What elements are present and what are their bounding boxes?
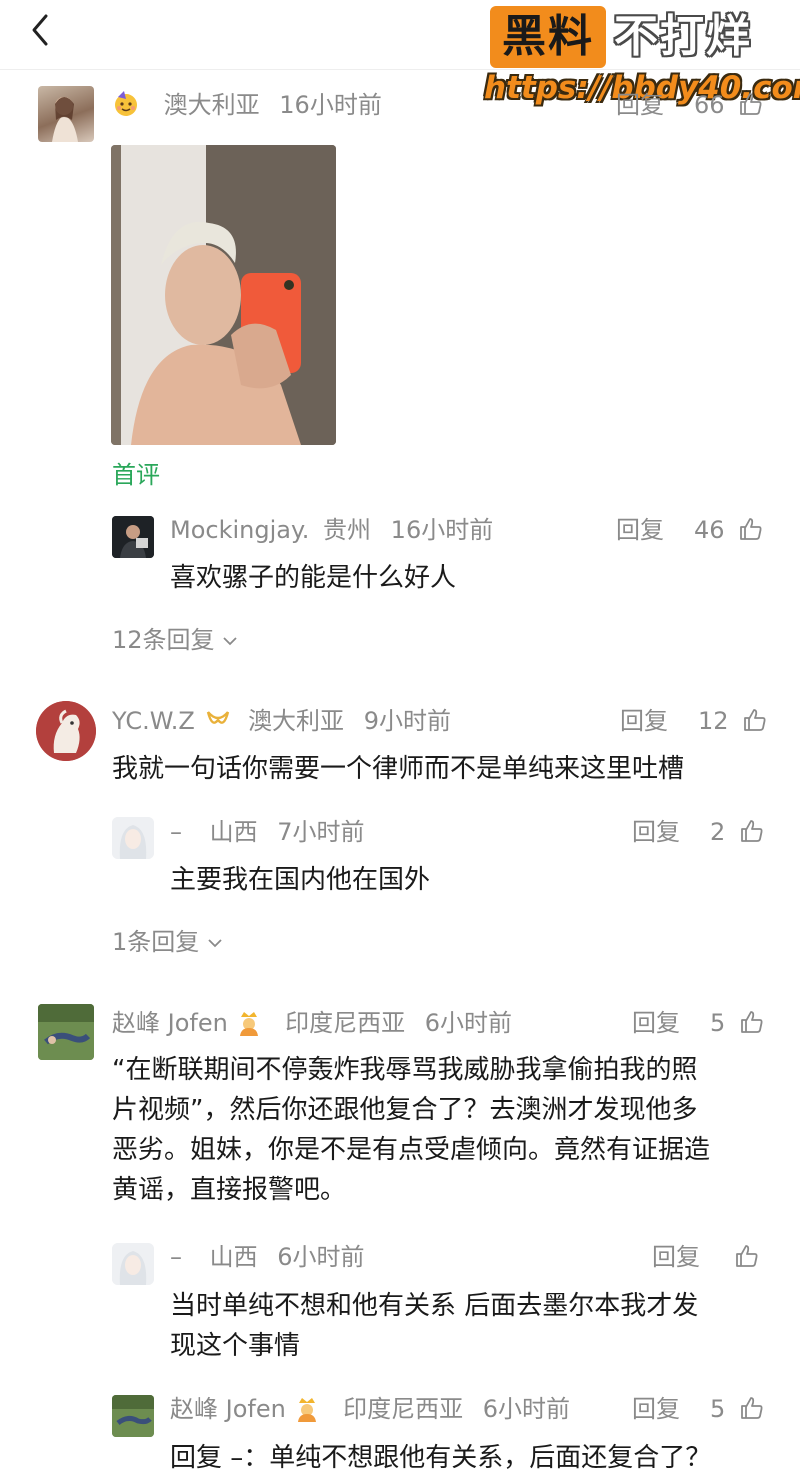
comment-time: 6小时前 (482, 1395, 571, 1423)
reply-button[interactable]: 回复 (616, 90, 664, 120)
like-button[interactable]: 2 (710, 817, 765, 847)
avatar[interactable] (112, 817, 154, 859)
chevron-left-icon[interactable] (26, 12, 56, 48)
thumbs-up-icon (741, 1397, 763, 1419)
comment-text: “在断联期间不停轰炸我辱骂我威胁我拿偷拍我的照 片视频”，然后你还跟他复合了？去… (112, 1050, 772, 1210)
comment-username[interactable]: 赵峰 Jofen (170, 1395, 286, 1423)
thumbs-up-icon (741, 820, 763, 842)
reply-button[interactable]: 回复 (616, 515, 664, 545)
like-count: 5 (710, 1395, 726, 1423)
chevron-down-icon (223, 637, 237, 646)
comment-image[interactable] (111, 145, 336, 445)
expand-replies-label: 12条回复 (112, 626, 215, 654)
comment-location: 印度尼西亚 (285, 1009, 406, 1037)
comment-time: 16小时前 (390, 516, 494, 544)
comment-location: 山西 (209, 1243, 258, 1271)
comment-time: 9小时前 (363, 707, 451, 735)
avatar[interactable] (38, 86, 94, 142)
comment-time: 16小时前 (279, 91, 382, 119)
avatar-image (52, 97, 78, 142)
thumbs-up-icon (740, 518, 762, 540)
like-count: 12 (698, 707, 729, 735)
comment-time: 6小时前 (277, 1243, 365, 1271)
like-button[interactable]: 5 (710, 1394, 765, 1424)
comment-meta: 赵峰 Jofen 印度尼西亚 6小时前 (112, 1008, 512, 1038)
chevron-down-icon (208, 939, 222, 948)
comment-username[interactable]: – (170, 1243, 182, 1271)
avatar-image (38, 1004, 94, 1060)
reply-button[interactable]: 回复 (632, 1008, 680, 1038)
thumbs-up-icon (741, 1011, 763, 1033)
comment-meta: – 山西 7小时前 (170, 817, 365, 847)
comment-username[interactable]: Mockingjay. (170, 516, 309, 544)
expand-replies[interactable]: 1条回复 (112, 922, 223, 957)
comment-text: 回复 –：单纯不想跟他有关系，后面还复合了？ (170, 1443, 712, 1473)
like-button[interactable] (728, 1242, 760, 1272)
avatar-image (112, 516, 154, 558)
like-count: 66 (694, 91, 725, 119)
avatar[interactable] (112, 1395, 154, 1437)
like-button[interactable]: 5 (710, 1008, 765, 1038)
watermark-slogan: 不打烊 (614, 11, 752, 62)
thumbs-up-icon (744, 709, 766, 731)
comment-text-line: 现这个事情 (170, 1331, 301, 1361)
like-count: 5 (710, 1009, 726, 1037)
comment-meta: 澳大利亚 16小时前 (112, 90, 382, 120)
reply-button[interactable]: 回复 (632, 817, 680, 847)
comment-location: 澳大利亚 (163, 91, 260, 119)
comment-time: 7小时前 (277, 818, 365, 846)
comment-location: 澳大利亚 (248, 707, 345, 735)
avatar[interactable] (112, 516, 154, 558)
comment-text: 我就一句话你需要一个律师而不是单纯来这里吐槽 (112, 754, 685, 784)
comment-text: 当时单纯不想和他有关系 后面去墨尔本我才发 现这个事情 (170, 1286, 770, 1366)
like-button[interactable]: 46 (694, 515, 764, 545)
comment-text-line: 片视频”，然后你还跟他复合了？去澳洲才发现他多 (112, 1095, 698, 1125)
comment-meta: YC.W.Z 澳大利亚 9小时前 (112, 706, 451, 736)
like-button[interactable]: 12 (698, 706, 768, 736)
like-count: 2 (710, 818, 726, 846)
thumbs-up-icon (740, 93, 762, 115)
comment-meta: 赵峰 Jofen 印度尼西亚 6小时前 (170, 1394, 570, 1424)
comment-location: 印度尼西亚 (343, 1395, 464, 1423)
party-face-icon (115, 91, 137, 116)
like-button[interactable]: 66 (694, 90, 764, 120)
comment-text: 主要我在国内他在国外 (170, 865, 431, 895)
avatar-image (36, 701, 96, 761)
comment-location: 贵州 (323, 516, 372, 544)
reply-button[interactable]: 回复 (652, 1242, 700, 1272)
comment-username[interactable]: YC.W.Z (112, 707, 195, 735)
crown-person-icon (298, 1398, 317, 1422)
comment-text-line: 当时单纯不想和他有关系 后面去墨尔本我才发 (170, 1291, 699, 1321)
avatar[interactable] (112, 1243, 154, 1285)
comment-meta: Mockingjay. 贵州 16小时前 (170, 515, 493, 545)
crown-person-icon (240, 1012, 259, 1036)
thumbs-up-icon (736, 1245, 758, 1267)
like-count: 46 (694, 516, 725, 544)
comment-text-line: 恶劣。姐妹，你是不是有点受虐倾向。竟然有证据造 (112, 1135, 711, 1165)
comment-time: 6小时前 (424, 1009, 513, 1037)
comment-location: 山西 (209, 818, 258, 846)
comment-meta: – 山西 6小时前 (170, 1242, 365, 1272)
comment-username[interactable]: – (170, 818, 182, 846)
first-comment-tag: 首评 (112, 461, 160, 489)
avatar[interactable] (36, 701, 96, 761)
watermark-brand: 黑料 (490, 6, 606, 68)
reply-button[interactable]: 回复 (620, 706, 668, 736)
avatar-image (112, 1395, 154, 1437)
avatar-image (112, 817, 154, 859)
comment-text: 喜欢骡子的能是什么好人 (170, 563, 457, 593)
expand-replies[interactable]: 12条回复 (112, 620, 238, 655)
comment-text-line: 黄谣，直接报警吧。 (112, 1175, 347, 1205)
comment-text-line: “在断联期间不停轰炸我辱骂我威胁我拿偷拍我的照 (112, 1055, 698, 1085)
selfie-photo (111, 145, 336, 445)
avatar-image (112, 1243, 154, 1285)
expand-replies-label: 1条回复 (112, 928, 200, 956)
comment-username[interactable]: 赵峰 Jofen (112, 1009, 228, 1037)
ribbon-icon (207, 711, 230, 724)
reply-button[interactable]: 回复 (632, 1394, 680, 1424)
avatar[interactable] (38, 1004, 94, 1060)
